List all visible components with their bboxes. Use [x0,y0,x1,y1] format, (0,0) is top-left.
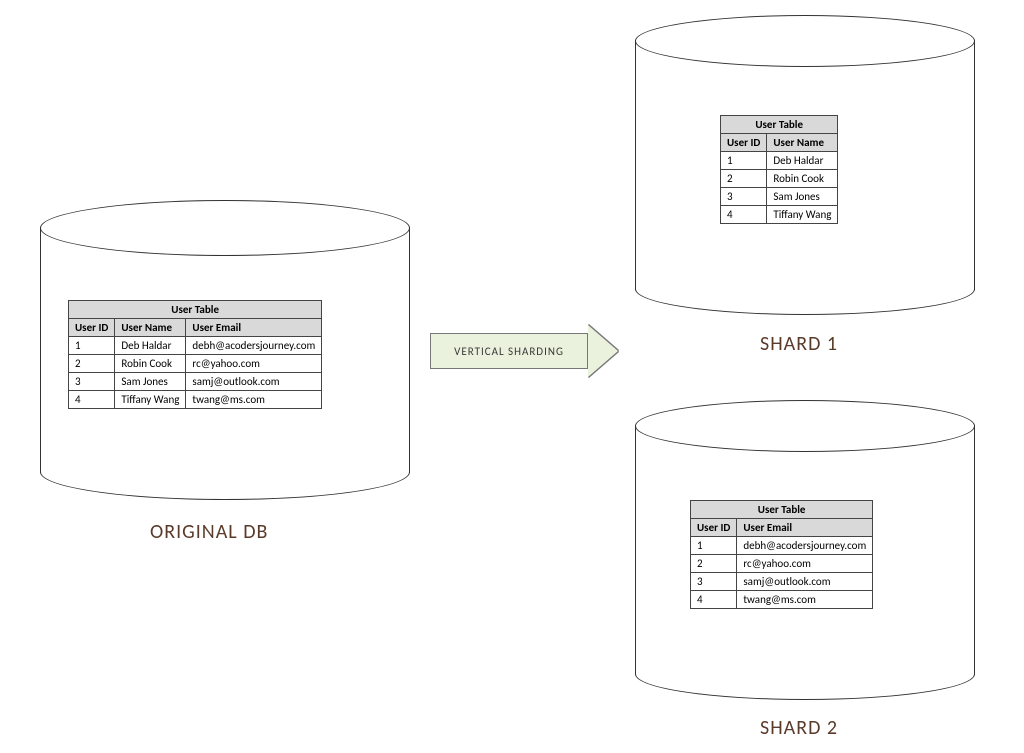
table-row: 1Deb Haldar [721,152,838,170]
col-user-id: User ID [721,134,767,152]
table-row: 3samj@outlook.com [691,573,873,591]
col-user-name: User Name [115,319,186,337]
col-user-email: User Email [737,519,873,537]
table-row: 4Tiffany Wang [721,206,838,224]
table-row: 1debh@acodersjourney.com [691,537,873,555]
shard2-user-table: User Table User ID User Email 1debh@acod… [690,500,873,609]
table-title: User Table [69,301,322,319]
table-header-row: User ID User Name User Email [69,319,322,337]
shard2-cylinder: User Table User ID User Email 1debh@acod… [635,400,975,700]
col-user-id: User ID [691,519,737,537]
table-title: User Table [691,501,873,519]
original-db-label: ORIGINAL DB [150,520,268,544]
table-row: 3Sam Jones [721,188,838,206]
table-row: 1Deb Haldardebh@acodersjourney.com [69,337,322,355]
table-row: 2rc@yahoo.com [691,555,873,573]
col-user-id: User ID [69,319,115,337]
shard1-label: SHARD 1 [760,332,838,356]
table-row: 4Tiffany Wangtwang@ms.com [69,391,322,409]
original-user-table: User Table User ID User Name User Email … [68,300,322,409]
diagram-stage: User Table User ID User Name User Email … [0,0,1024,753]
shard2-label: SHARD 2 [760,716,838,740]
arrow-label: VERTICAL SHARDING [454,345,564,358]
vertical-sharding-arrow: VERTICAL SHARDING [430,325,618,377]
col-user-name: User Name [767,134,838,152]
table-row: 2Robin Cookrc@yahoo.com [69,355,322,373]
shard1-cylinder: User Table User ID User Name 1Deb Haldar… [635,15,975,315]
table-header-row: User ID User Email [691,519,873,537]
table-row: 2Robin Cook [721,170,838,188]
table-title: User Table [721,116,838,134]
table-header-row: User ID User Name [721,134,838,152]
table-row: 3Sam Jonessamj@outlook.com [69,373,322,391]
col-user-email: User Email [186,319,322,337]
original-db-cylinder: User Table User ID User Name User Email … [40,200,410,500]
shard1-user-table: User Table User ID User Name 1Deb Haldar… [720,115,838,224]
table-row: 4twang@ms.com [691,591,873,609]
